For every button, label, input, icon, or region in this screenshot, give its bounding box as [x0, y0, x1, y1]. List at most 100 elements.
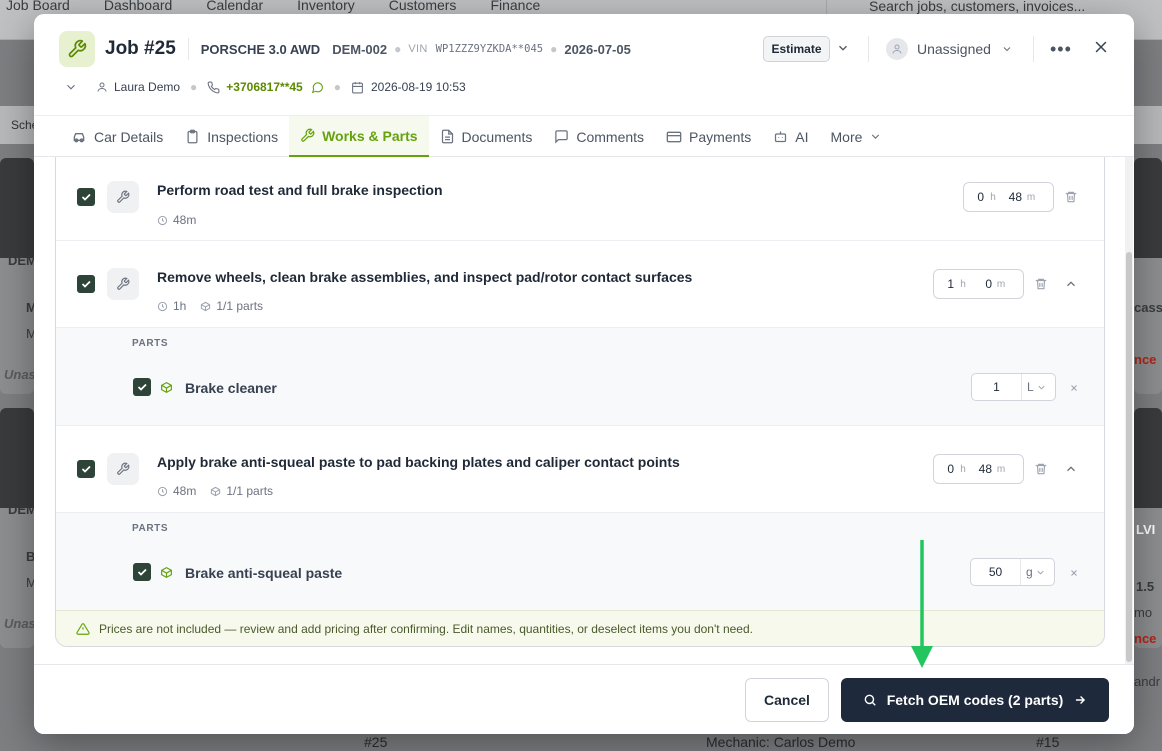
search-icon: [864, 694, 876, 706]
parts-header: PARTS: [132, 523, 169, 534]
vin-value: WP1ZZZ9YZKDA**045: [435, 43, 544, 55]
bg-card-text: andr: [1134, 674, 1161, 689]
close-icon[interactable]: [1092, 38, 1110, 56]
document-icon: [441, 129, 453, 144]
bg-card-text: 1.5: [1136, 579, 1155, 594]
labor-time-input[interactable]: 0h 48 m: [933, 454, 1024, 484]
work-duration: 48m 1/1 parts: [157, 484, 273, 498]
scrollbar-thumb[interactable]: [1126, 252, 1132, 662]
vin-label: VIN: [408, 43, 428, 55]
clipboard-icon: [187, 129, 198, 144]
bg-bottom-job: #15: [1036, 734, 1060, 750]
car-model: PORSCHE 3.0 AWD: [200, 41, 321, 57]
parts-section: PARTS Brake anti-squeal paste 50 g: [56, 513, 1104, 611]
tab-comments[interactable]: Comments: [543, 116, 655, 157]
part-quantity-input[interactable]: 1 L: [971, 373, 1056, 401]
work-title[interactable]: Remove wheels, clean brake assemblies, a…: [157, 269, 692, 285]
bg-card-text: nce: [1134, 631, 1157, 646]
warning-icon: [76, 623, 90, 635]
work-item: Perform road test and full brake inspect…: [56, 157, 1104, 241]
tab-more[interactable]: More: [820, 116, 894, 157]
trash-icon[interactable]: [1034, 462, 1048, 476]
work-checkbox[interactable]: [77, 188, 95, 206]
bg-card-text: LVI: [1136, 522, 1156, 537]
calendar-icon: [352, 81, 363, 93]
status-estimate-button[interactable]: Estimate: [763, 36, 830, 62]
bg-nav-calendar[interactable]: Calendar: [206, 0, 263, 12]
license-plate: DEM-002: [332, 41, 388, 57]
cancel-button[interactable]: Cancel: [745, 678, 829, 722]
scrollbar[interactable]: [1125, 157, 1133, 672]
chevron-down-icon: [1038, 385, 1045, 390]
trash-icon[interactable]: [1034, 277, 1048, 291]
whatsapp-icon[interactable]: [311, 81, 324, 94]
chevron-down-icon: [872, 134, 880, 139]
background-card: [0, 408, 34, 648]
bg-nav-customers[interactable]: Customers: [389, 0, 457, 12]
tab-ai[interactable]: AI: [762, 116, 819, 157]
customer-name[interactable]: Laura Demo: [114, 80, 180, 94]
bg-card-text: DEM: [8, 253, 37, 268]
pricing-notice: Prices are not included — review and add…: [56, 610, 1104, 646]
work-checkbox[interactable]: [77, 275, 95, 293]
job-date: 2026-07-05: [564, 41, 631, 57]
part-quantity-input[interactable]: 50 g: [970, 558, 1055, 586]
collapse-chevron-icon[interactable]: [1064, 462, 1078, 476]
package-icon: [211, 486, 221, 496]
tab-car-details[interactable]: Car Details: [60, 116, 174, 157]
remove-part-icon[interactable]: [1069, 383, 1079, 393]
more-options-icon[interactable]: •••: [1050, 39, 1072, 60]
package-icon: [161, 566, 172, 579]
part-checkbox[interactable]: [133, 378, 151, 396]
tab-bar: Car Details Inspections Works & Parts Do…: [34, 115, 1134, 157]
tab-payments[interactable]: Payments: [655, 116, 762, 157]
bg-card-text: cass: [1134, 300, 1162, 315]
parts-header: PARTS: [132, 338, 169, 349]
works-list: Perform road test and full brake inspect…: [55, 157, 1105, 647]
remove-part-icon[interactable]: [1069, 568, 1079, 578]
collapse-chevron-icon[interactable]: [1064, 277, 1078, 291]
customer-phone[interactable]: +3706817**45: [226, 80, 302, 94]
part-name[interactable]: Brake cleaner: [185, 380, 277, 396]
labor-time-input[interactable]: 1h 0m: [933, 269, 1024, 299]
fetch-oem-codes-button[interactable]: Fetch OEM codes (2 parts): [841, 678, 1109, 722]
expand-chevron-icon[interactable]: [64, 80, 78, 94]
work-duration: 1h 1/1 parts: [157, 299, 263, 313]
clock-icon: [157, 486, 168, 496]
bg-nav-finance[interactable]: Finance: [490, 0, 540, 12]
comment-icon: [555, 130, 569, 144]
background-search[interactable]: Search jobs, customers, invoices...: [826, 0, 1162, 14]
bg-nav-dashboard[interactable]: Dashboard: [104, 0, 173, 12]
wrench-icon: [59, 31, 95, 67]
work-item: Remove wheels, clean brake assemblies, a…: [56, 241, 1104, 328]
labor-time-input[interactable]: 0h 48 m: [963, 182, 1054, 212]
car-icon: [73, 132, 85, 142]
wrench-icon: [107, 268, 139, 300]
package-icon: [201, 301, 211, 311]
bg-bottom-job: #25: [364, 734, 388, 750]
unit-select[interactable]: g: [1021, 565, 1054, 579]
tab-documents[interactable]: Documents: [429, 116, 544, 157]
trash-icon[interactable]: [1064, 190, 1078, 204]
assignee-label: Unassigned: [917, 41, 991, 57]
bg-card-text: Unas: [4, 367, 36, 382]
work-checkbox[interactable]: [77, 460, 95, 478]
part-checkbox[interactable]: [133, 563, 151, 581]
unit-select[interactable]: L: [1022, 380, 1055, 394]
status-chevron-down-icon[interactable]: [836, 41, 850, 55]
bg-nav-inventory[interactable]: Inventory: [297, 0, 355, 12]
tab-inspections[interactable]: Inspections: [174, 116, 289, 157]
work-title[interactable]: Apply brake anti-squeal paste to pad bac…: [157, 454, 680, 470]
bg-bottom-mechanic: Mechanic: Carlos Demo: [706, 734, 856, 750]
part-name[interactable]: Brake anti-squeal paste: [185, 565, 342, 581]
card-icon: [666, 131, 682, 142]
phone-icon: [207, 81, 220, 93]
assignee-dropdown[interactable]: Unassigned: [886, 38, 1013, 60]
bg-nav-job-board[interactable]: Job Board: [6, 0, 70, 12]
tab-works-parts[interactable]: Works & Parts: [289, 116, 429, 157]
work-title[interactable]: Perform road test and full brake inspect…: [157, 182, 443, 198]
clock-icon: [157, 215, 168, 225]
background-nav: Job Board Dashboard Calendar Inventory C…: [0, 0, 540, 14]
arrow-right-icon: [1076, 696, 1086, 704]
background-card: [0, 158, 34, 394]
